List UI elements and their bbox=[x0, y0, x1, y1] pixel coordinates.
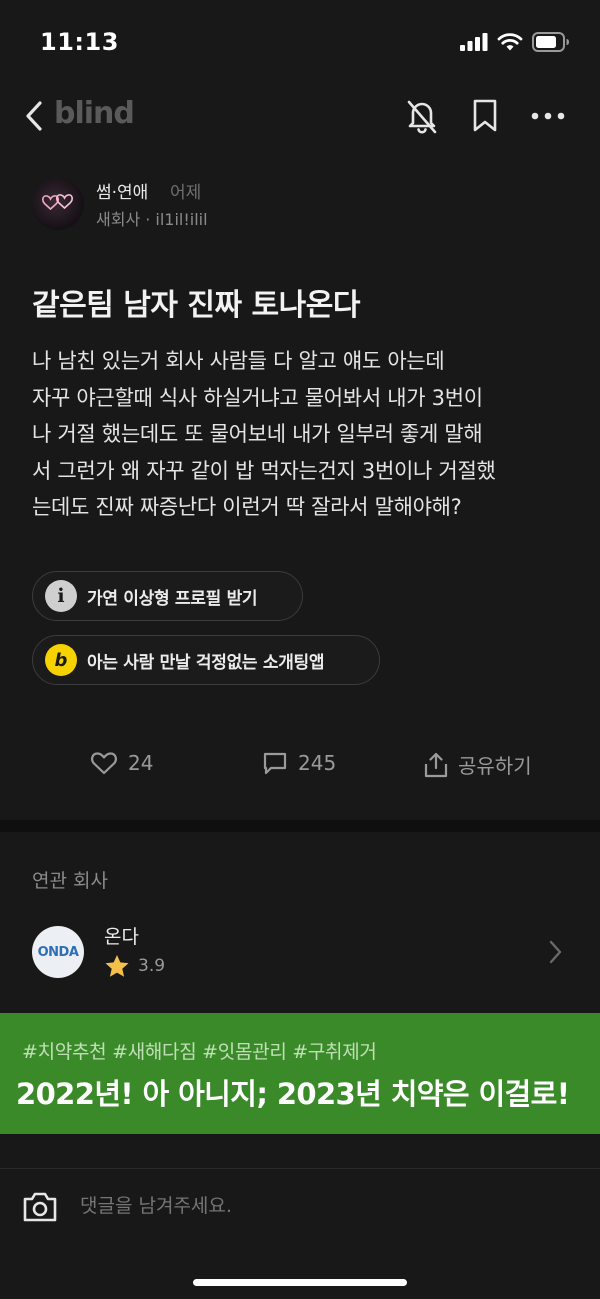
comment-icon bbox=[263, 752, 287, 775]
notification-off-icon[interactable] bbox=[404, 97, 440, 135]
rating-value: 3.9 bbox=[138, 956, 166, 976]
b-logo-icon: b bbox=[45, 644, 77, 676]
company-rating: 3.9 bbox=[104, 954, 165, 978]
author-meta: 새회사 · il1il!ilil bbox=[96, 210, 208, 229]
wifi-icon bbox=[497, 32, 523, 50]
status-bar: 11:13 bbox=[0, 0, 600, 88]
related-company-item[interactable]: ONDA 온다 3.9 bbox=[32, 920, 572, 984]
comment-button[interactable]: 245 bbox=[262, 750, 336, 776]
ad-banner[interactable]: #치약추천 #새해다짐 #잇몸관리 #구취제거 2022년! 아 아니지; 20… bbox=[0, 1013, 600, 1134]
banner-headline: 2022년! 아 아니지; 2023년 치약은 이걸로! bbox=[16, 1077, 570, 1111]
avatar[interactable] bbox=[32, 178, 84, 230]
post-time: 어제 bbox=[170, 183, 202, 203]
share-icon bbox=[424, 752, 448, 777]
more-icon[interactable] bbox=[530, 102, 566, 130]
home-indicator bbox=[193, 1279, 407, 1286]
company-logo: ONDA bbox=[32, 926, 84, 978]
section-divider bbox=[0, 820, 600, 832]
top-nav: blind bbox=[0, 88, 600, 144]
comment-input[interactable] bbox=[80, 1195, 560, 1217]
comment-count: 245 bbox=[298, 751, 337, 775]
company-name: 온다 bbox=[104, 926, 139, 948]
share-button[interactable]: 공유하기 bbox=[424, 750, 532, 779]
camera-icon[interactable] bbox=[22, 1191, 58, 1223]
heart-icon bbox=[91, 752, 117, 775]
status-icons bbox=[460, 32, 570, 52]
promo-label: 가연 이상형 프로필 받기 bbox=[87, 588, 258, 609]
promo-label: 아는 사람 만날 걱정없는 소개팅앱 bbox=[87, 652, 325, 673]
banner-tags: #치약추천 #새해다짐 #잇몸관리 #구취제거 bbox=[22, 1041, 377, 1063]
promo-pill[interactable]: b 아는 사람 만날 걱정없는 소개팅앱 bbox=[32, 635, 380, 685]
promo-pill[interactable]: i 가연 이상형 프로필 받기 bbox=[32, 571, 303, 621]
post-body: 나 남친 있는거 회사 사람들 다 알고 얘도 아는데 자꾸 야근할때 식사 하… bbox=[32, 349, 496, 519]
post-category[interactable]: 썸·연애 bbox=[96, 178, 148, 203]
author-info: 썸·연애 어제 새회사 · il1il!ilil bbox=[32, 176, 572, 232]
bookmark-icon[interactable] bbox=[470, 97, 500, 135]
post-actions: 24 245 공유하기 bbox=[0, 740, 600, 790]
share-label: 공유하기 bbox=[458, 754, 532, 778]
related-company-title: 연관 회사 bbox=[32, 870, 108, 892]
info-icon: i bbox=[45, 580, 77, 612]
star-icon bbox=[105, 955, 129, 977]
back-icon[interactable] bbox=[22, 98, 48, 134]
like-count: 24 bbox=[128, 751, 154, 775]
status-time: 11:13 bbox=[40, 28, 119, 56]
chevron-right-icon bbox=[549, 940, 562, 964]
post-screen: 11:13 blind 썸·연애 어제 새회사 · il1il!ilil 같은팀… bbox=[0, 0, 600, 1299]
signal-icon bbox=[460, 33, 488, 51]
battery-icon bbox=[532, 32, 569, 52]
blind-logo: blind bbox=[54, 96, 135, 131]
like-button[interactable]: 24 bbox=[90, 750, 153, 776]
hearts-icon bbox=[42, 194, 73, 211]
post-title: 같은팀 남자 진짜 토나온다 bbox=[32, 288, 360, 323]
